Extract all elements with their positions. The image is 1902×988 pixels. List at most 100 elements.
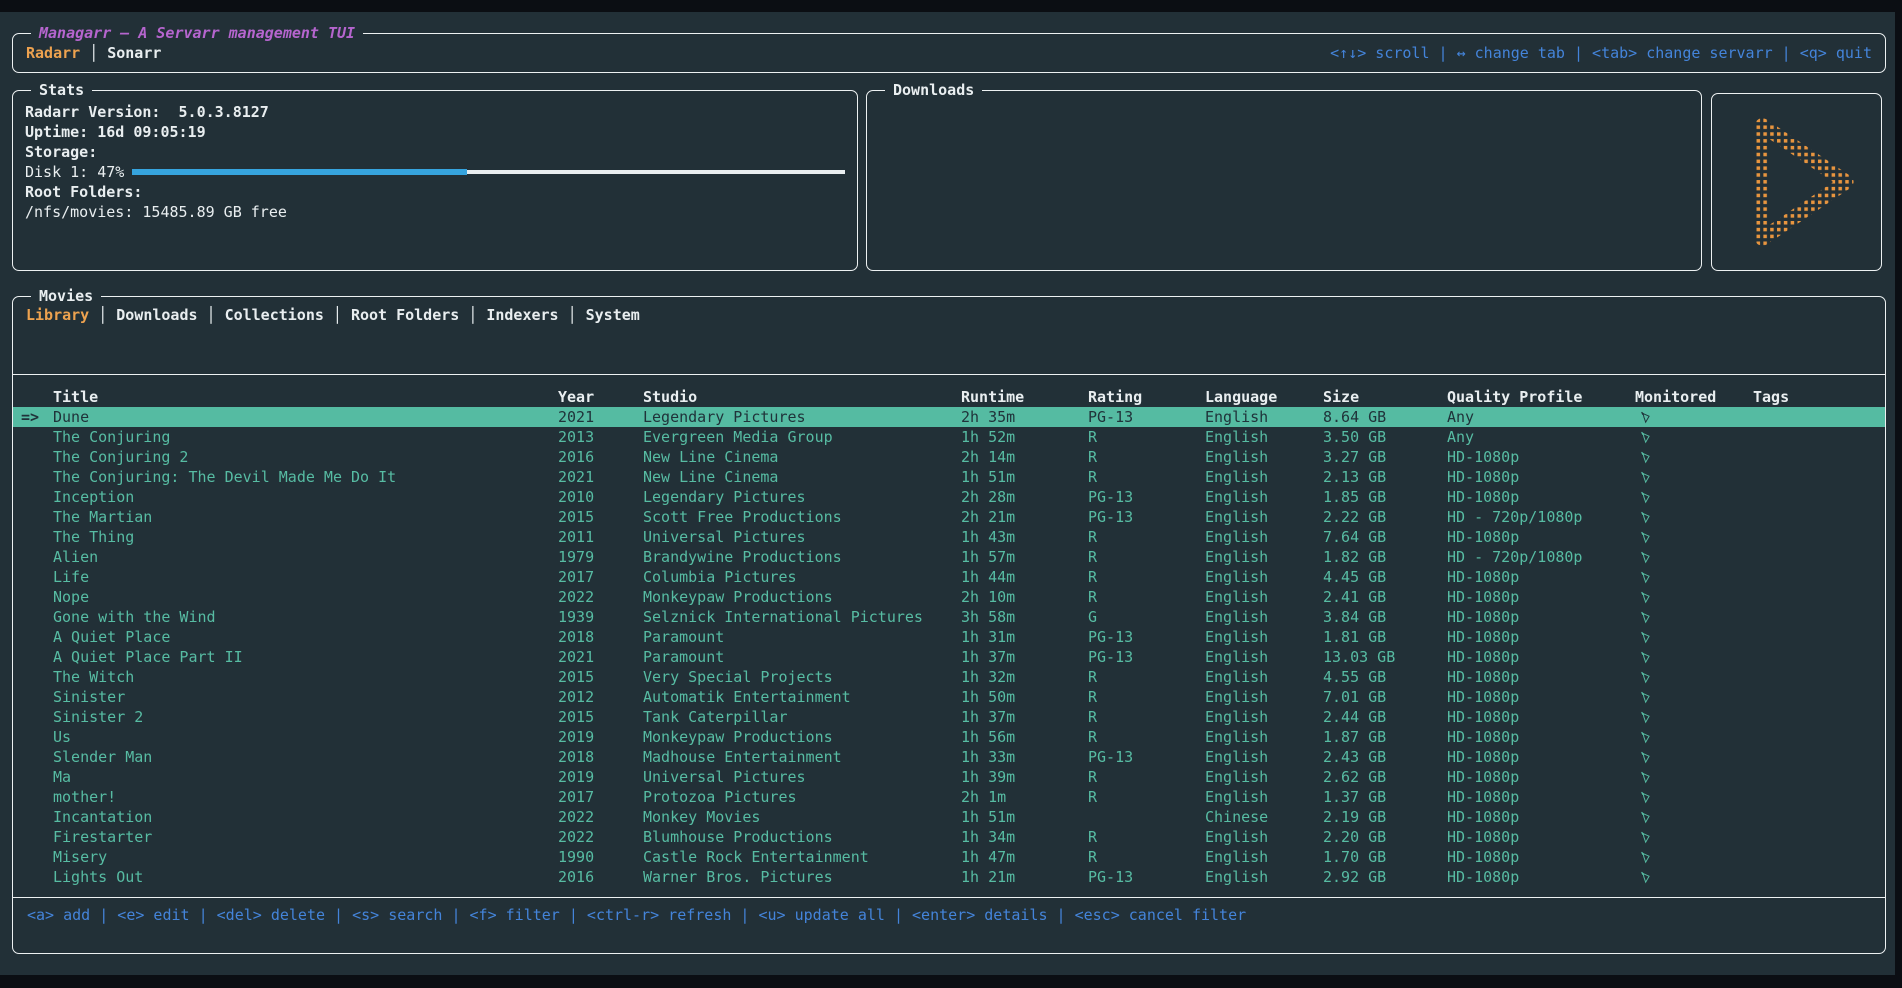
tab-radarr[interactable]: Radarr xyxy=(26,43,80,63)
column-header-title: Title xyxy=(53,387,558,407)
table-row[interactable]: =>Dune2021Legendary Pictures2h 35mPG-13E… xyxy=(13,407,1885,427)
table-row[interactable]: A Quiet Place Part II2021Paramount1h 37m… xyxy=(13,647,1885,667)
movie-language-cell: English xyxy=(1205,847,1323,867)
table-row[interactable]: Us2019Monkeypaw Productions1h 56mREnglis… xyxy=(13,727,1885,747)
column-header-studio: Studio xyxy=(643,387,961,407)
movie-title-cell: Gone with the Wind xyxy=(53,607,558,627)
movie-language-cell: English xyxy=(1205,867,1323,887)
movie-year-cell: 2018 xyxy=(558,747,643,767)
movie-quality-cell: HD-1080p xyxy=(1447,527,1635,547)
movie-monitored-cell xyxy=(1635,567,1753,587)
movie-rating-cell: R xyxy=(1088,547,1205,567)
column-header-tags: Tags xyxy=(1753,387,1885,407)
column-header-monitored: Monitored xyxy=(1635,387,1753,407)
movie-language-cell: English xyxy=(1205,527,1323,547)
table-row[interactable]: Slender Man2018Madhouse Entertainment1h … xyxy=(13,747,1885,767)
movie-studio-cell: New Line Cinema xyxy=(643,447,961,467)
bookmark-icon xyxy=(1639,810,1652,825)
table-row[interactable]: Ma2019Universal Pictures1h 39mREnglish2.… xyxy=(13,767,1885,787)
movie-runtime-cell: 2h 21m xyxy=(961,507,1088,527)
table-row[interactable]: Incantation2022Monkey Movies1h 51mChines… xyxy=(13,807,1885,827)
bookmark-icon xyxy=(1639,590,1652,605)
movie-language-cell: English xyxy=(1205,487,1323,507)
tab-indexers[interactable]: Indexers xyxy=(486,305,558,325)
table-row[interactable]: mother!2017Protozoa Pictures2h 1mREnglis… xyxy=(13,787,1885,807)
movie-quality-cell: HD-1080p xyxy=(1447,787,1635,807)
table-row[interactable]: Alien1979Brandywine Productions1h 57mREn… xyxy=(13,547,1885,567)
movie-runtime-cell: 1h 43m xyxy=(961,527,1088,547)
movie-title-cell: mother! xyxy=(53,787,558,807)
tab-library[interactable]: Library xyxy=(26,305,89,325)
movie-size-cell: 2.92 GB xyxy=(1323,867,1447,887)
table-row[interactable]: Nope2022Monkeypaw Productions2h 10mREngl… xyxy=(13,587,1885,607)
table-row[interactable]: The Thing2011Universal Pictures1h 43mREn… xyxy=(13,527,1885,547)
table-row[interactable]: The Conjuring: The Devil Made Me Do It20… xyxy=(13,467,1885,487)
table-row[interactable]: Misery1990Castle Rock Entertainment1h 47… xyxy=(13,847,1885,867)
movie-year-cell: 1979 xyxy=(558,547,643,567)
movie-monitored-cell xyxy=(1635,547,1753,567)
movie-rating-cell: PG-13 xyxy=(1088,867,1205,887)
movie-studio-cell: Monkeypaw Productions xyxy=(643,587,961,607)
movie-runtime-cell: 1h 57m xyxy=(961,547,1088,567)
movie-quality-cell: Any xyxy=(1447,427,1635,447)
movie-size-cell: 2.22 GB xyxy=(1323,507,1447,527)
movie-quality-cell: HD-1080p xyxy=(1447,807,1635,827)
movie-quality-cell: HD-1080p xyxy=(1447,647,1635,667)
table-row[interactable]: Sinister 22015Tank Caterpillar1h 37mREng… xyxy=(13,707,1885,727)
table-row[interactable]: A Quiet Place2018Paramount1h 31mPG-13Eng… xyxy=(13,627,1885,647)
movie-studio-cell: Monkeypaw Productions xyxy=(643,727,961,747)
bookmark-icon xyxy=(1639,490,1652,505)
movie-title-cell: Misery xyxy=(53,847,558,867)
movie-runtime-cell: 1h 44m xyxy=(961,567,1088,587)
movie-rating-cell: R xyxy=(1088,787,1205,807)
table-row[interactable]: The Conjuring2013Evergreen Media Group1h… xyxy=(13,427,1885,447)
tab-sonarr[interactable]: Sonarr xyxy=(107,43,161,63)
movie-title-cell: The Conjuring 2 xyxy=(53,447,558,467)
bookmark-icon xyxy=(1639,770,1652,785)
movie-year-cell: 2010 xyxy=(558,487,643,507)
movie-language-cell: English xyxy=(1205,607,1323,627)
movie-size-cell: 3.27 GB xyxy=(1323,447,1447,467)
movie-monitored-cell xyxy=(1635,587,1753,607)
movie-rating-cell: R xyxy=(1088,587,1205,607)
movie-monitored-cell xyxy=(1635,647,1753,667)
logo-panel xyxy=(1711,93,1882,271)
movie-language-cell: English xyxy=(1205,427,1323,447)
table-row[interactable]: The Conjuring 22016New Line Cinema2h 14m… xyxy=(13,447,1885,467)
column-header-year: Year xyxy=(558,387,643,407)
storage-label: Storage: xyxy=(25,142,845,162)
table-row[interactable]: Inception2010Legendary Pictures2h 28mPG-… xyxy=(13,487,1885,507)
movie-studio-cell: Blumhouse Productions xyxy=(643,827,961,847)
downloads-panel-title: Downloads xyxy=(885,80,982,100)
table-row[interactable]: Lights Out2016Warner Bros. Pictures1h 21… xyxy=(13,867,1885,887)
tab-system[interactable]: System xyxy=(586,305,640,325)
table-row[interactable]: Life2017Columbia Pictures1h 44mREnglish4… xyxy=(13,567,1885,587)
bookmark-icon xyxy=(1639,830,1652,845)
movie-year-cell: 2016 xyxy=(558,867,643,887)
movie-year-cell: 2015 xyxy=(558,707,643,727)
movie-title-cell: Sinister 2 xyxy=(53,707,558,727)
movie-title-cell: A Quiet Place xyxy=(53,627,558,647)
bookmark-icon xyxy=(1639,690,1652,705)
movie-year-cell: 1939 xyxy=(558,607,643,627)
table-row[interactable]: Sinister2012Automatik Entertainment1h 50… xyxy=(13,687,1885,707)
movie-size-cell: 1.37 GB xyxy=(1323,787,1447,807)
movie-quality-cell: HD-1080p xyxy=(1447,867,1635,887)
table-row[interactable]: The Martian2015Scott Free Productions2h … xyxy=(13,507,1885,527)
movie-year-cell: 2021 xyxy=(558,407,643,427)
movie-studio-cell: Scott Free Productions xyxy=(643,507,961,527)
table-row[interactable]: Gone with the Wind1939Selznick Internati… xyxy=(13,607,1885,627)
tab-downloads[interactable]: Downloads xyxy=(116,305,197,325)
movie-title-cell: Life xyxy=(53,567,558,587)
bookmark-icon xyxy=(1639,450,1652,465)
tab-separator: │ xyxy=(89,43,98,63)
table-row[interactable]: Firestarter2022Blumhouse Productions1h 3… xyxy=(13,827,1885,847)
movie-size-cell: 4.55 GB xyxy=(1323,667,1447,687)
disk-gauge-fill xyxy=(132,169,467,175)
tab-root-folders[interactable]: Root Folders xyxy=(351,305,459,325)
bookmark-icon xyxy=(1639,670,1652,685)
tab-collections[interactable]: Collections xyxy=(225,305,324,325)
movie-title-cell: Us xyxy=(53,727,558,747)
terminal-window: Managarr — A Servarr management TUI Rada… xyxy=(0,12,1895,975)
table-row[interactable]: The Witch2015Very Special Projects1h 32m… xyxy=(13,667,1885,687)
